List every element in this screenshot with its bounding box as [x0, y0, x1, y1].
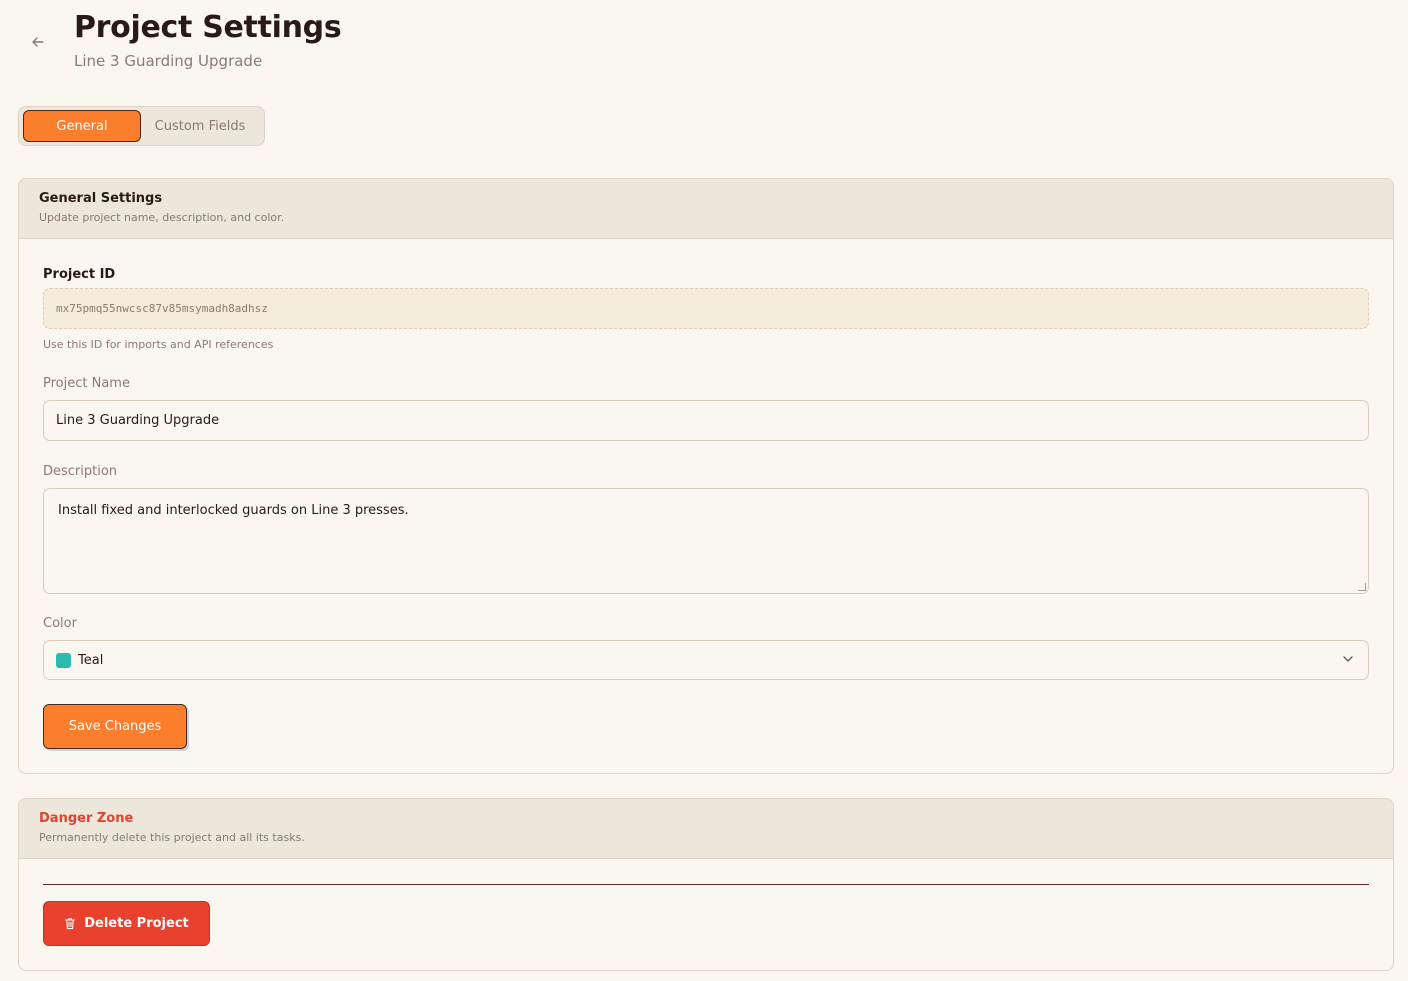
arrow-left-icon: [32, 37, 44, 47]
general-settings-description: Update project name, description, and co…: [39, 211, 285, 224]
project-settings-page: Project Settings Line 3 Guarding Upgrade…: [0, 0, 1408, 981]
description-value: Install fixed and interlocked guards on …: [58, 503, 409, 518]
danger-zone-title: Danger Zone: [39, 811, 134, 826]
danger-zone-header: Danger Zone Permanently delete this proj…: [19, 799, 1393, 859]
project-name-label: Project Name: [43, 376, 130, 391]
delete-project-button[interactable]: Delete Project: [43, 901, 210, 946]
general-settings-card: General Settings Update project name, de…: [18, 178, 1394, 774]
general-settings-title: General Settings: [39, 191, 163, 206]
settings-tabs: General Custom Fields: [18, 106, 265, 146]
resize-handle-icon[interactable]: [1358, 583, 1366, 591]
danger-divider: [43, 884, 1369, 885]
page-title: Project Settings: [74, 10, 342, 45]
project-id-label: Project ID: [43, 267, 116, 282]
back-button[interactable]: [28, 32, 48, 52]
color-select[interactable]: Teal: [43, 640, 1369, 680]
color-label: Color: [43, 616, 77, 631]
save-changes-button[interactable]: Save Changes: [43, 704, 187, 749]
project-id-value: mx75pmq55nwcsc87v85msymadh8adhsz: [56, 302, 268, 315]
page-subtitle: Line 3 Guarding Upgrade: [74, 52, 263, 70]
general-settings-header: General Settings Update project name, de…: [19, 179, 1393, 239]
tab-general[interactable]: General: [23, 110, 141, 142]
project-id-field[interactable]: mx75pmq55nwcsc87v85msymadh8adhsz: [43, 288, 1369, 329]
project-name-input[interactable]: Line 3 Guarding Upgrade: [43, 400, 1369, 441]
color-value: Teal: [78, 652, 104, 668]
description-label: Description: [43, 464, 118, 479]
color-swatch: [56, 652, 71, 668]
danger-zone-card: Danger Zone Permanently delete this proj…: [18, 798, 1394, 971]
delete-project-label: Delete Project: [84, 916, 189, 931]
danger-zone-description: Permanently delete this project and all …: [39, 831, 305, 844]
trash-icon: [65, 918, 76, 930]
project-id-hint: Use this ID for imports and API referenc…: [43, 338, 274, 351]
chevron-down-icon: [1343, 656, 1353, 662]
project-name-value: Line 3 Guarding Upgrade: [56, 413, 220, 428]
tab-custom-fields[interactable]: Custom Fields: [141, 110, 259, 142]
description-textarea[interactable]: Install fixed and interlocked guards on …: [43, 488, 1369, 594]
